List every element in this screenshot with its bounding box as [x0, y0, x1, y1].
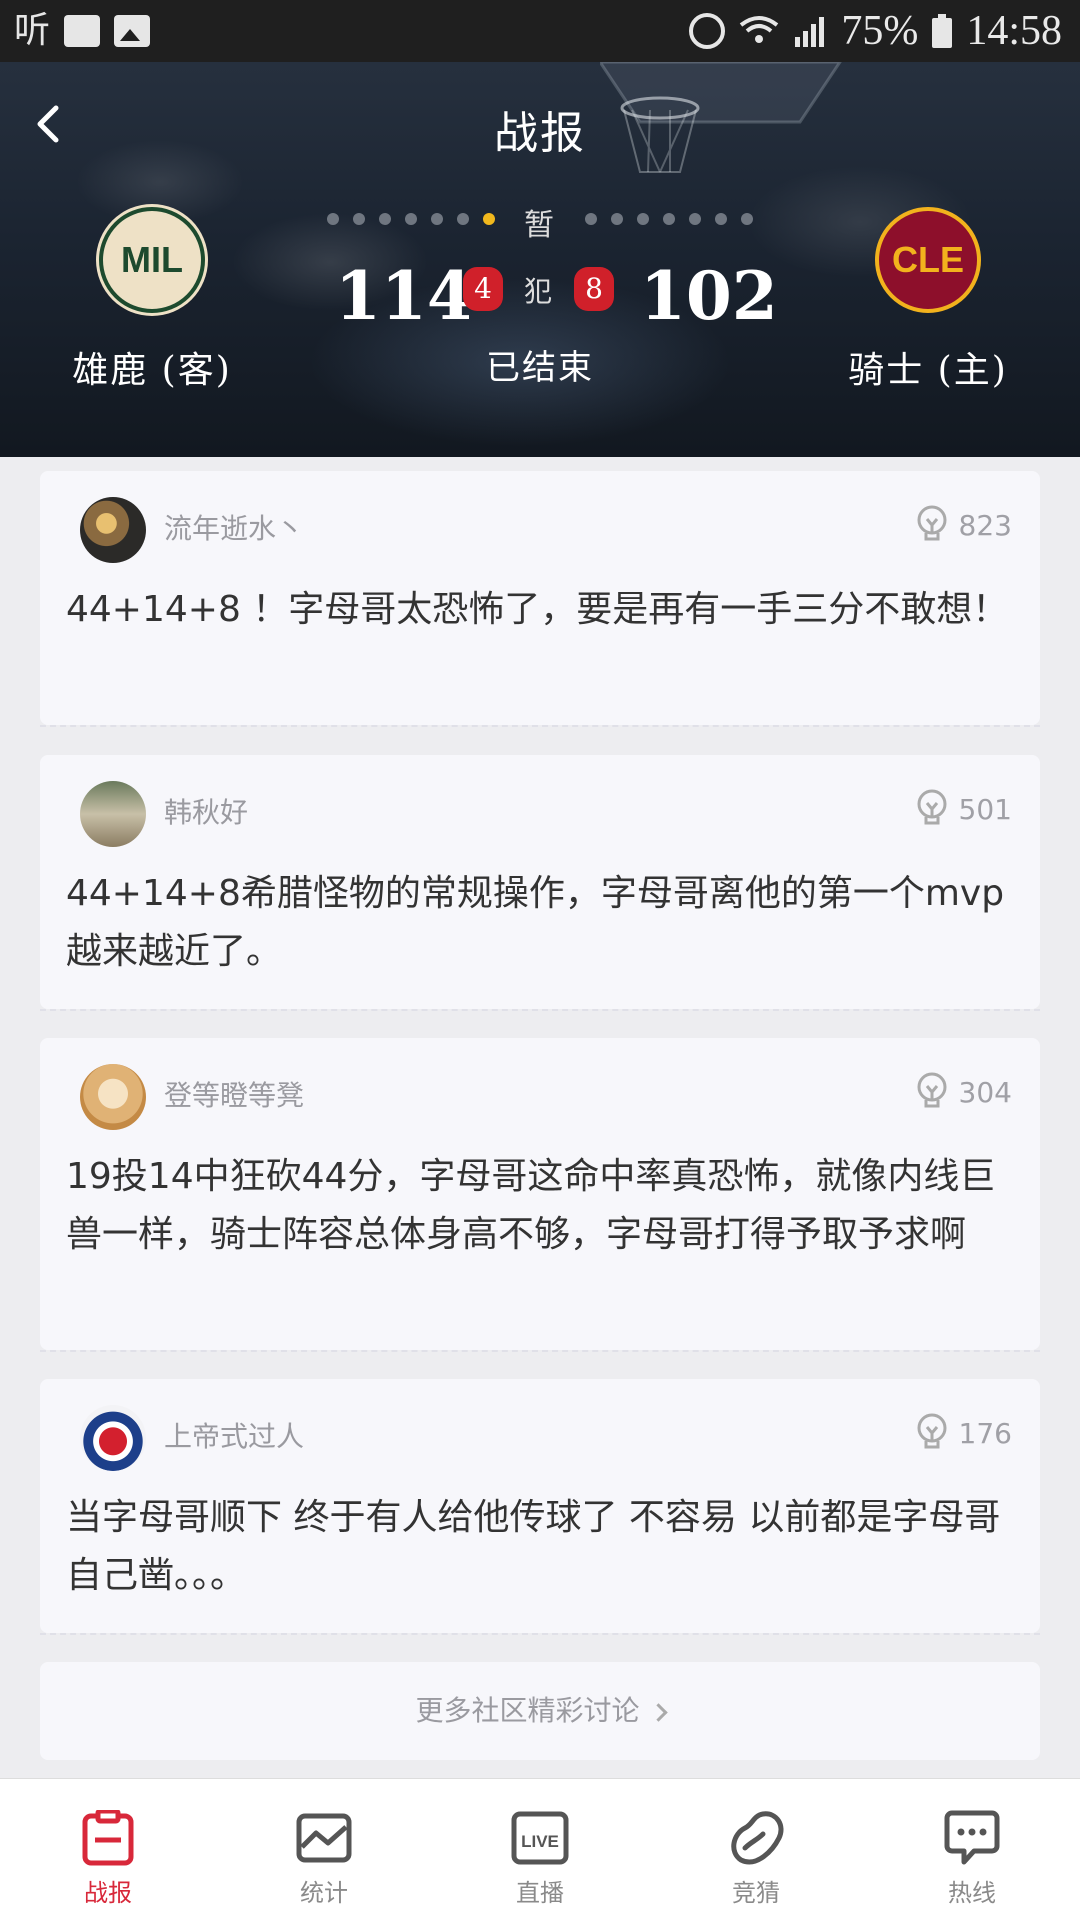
fouls-label: 犯 — [524, 275, 553, 308]
timeout-dot — [585, 213, 597, 225]
bottom-tab-bar: 战报 统计 LIVE 直播 竞猜 热线 — [0, 1778, 1080, 1921]
like-count: 304 — [958, 1075, 1012, 1109]
like-count: 176 — [958, 1416, 1012, 1450]
tab-label: 统计 — [300, 1879, 348, 1907]
timeout-dot — [611, 213, 623, 225]
away-timeout-dots — [327, 213, 495, 225]
listen-app-icon: 听 — [14, 10, 51, 51]
tab-label: 直播 — [516, 1879, 564, 1907]
game-status: 已结束 — [486, 348, 594, 388]
home-score: 102 — [640, 257, 778, 335]
mil-logo: MIL — [99, 207, 205, 313]
more-discussions-link[interactable]: 更多社区精彩讨论 — [40, 1662, 1040, 1760]
comment-card[interactable]: 韩秋好 501 44+14+8希腊怪物的常规操作，字母哥离他的第一个mvp越来越… — [40, 755, 1040, 1011]
cle-logo: CLE — [875, 207, 981, 313]
like-count: 823 — [958, 508, 1012, 542]
tab-report[interactable]: 战报 — [0, 1779, 216, 1921]
tab-live[interactable]: LIVE 直播 — [432, 1779, 648, 1921]
timeout-dot — [637, 213, 649, 225]
timeout-dot — [689, 213, 701, 225]
away-fouls-badge: 4 — [463, 267, 503, 311]
wifi-icon — [739, 15, 779, 47]
game-header: 战报 MIL 雄鹿 (客) CLE 骑士 (主) 暂 114 4 犯 8 102… — [0, 62, 1080, 457]
battery-icon — [932, 14, 953, 48]
like-count: 501 — [958, 792, 1012, 826]
tab-label: 战报 — [84, 1879, 132, 1907]
tab-guess[interactable]: 竞猜 — [648, 1779, 864, 1921]
lightbulb-icon — [917, 1072, 947, 1108]
signal-icon — [793, 15, 827, 47]
user-avatar[interactable] — [80, 781, 146, 847]
comment-card[interactable]: 上帝式过人 176 当字母哥顺下 终于有人给他传球了 不容易 以前都是字母哥自己… — [40, 1379, 1040, 1635]
home-fouls-badge: 8 — [574, 267, 614, 311]
comment-card[interactable]: 流年逝水丶 823 44+14+8 ！字母哥太恐怖了，要是再有一手三分不敢想！ — [40, 471, 1040, 727]
timeout-dot — [431, 213, 443, 225]
user-avatar[interactable] — [80, 497, 146, 563]
lightbulb-icon — [917, 505, 947, 541]
comment-text: 44+14+8希腊怪物的常规操作，字母哥离他的第一个mvp越来越近了。 — [66, 873, 1005, 972]
chat-icon — [944, 1810, 1000, 1865]
comment-text: 44+14+8 ！字母哥太恐怖了，要是再有一手三分不敢想！ — [66, 589, 1009, 630]
bean-icon — [731, 1811, 784, 1865]
alarm-icon — [689, 13, 726, 49]
user-avatar[interactable] — [80, 1405, 146, 1471]
tab-stats[interactable]: 统计 — [216, 1779, 432, 1921]
like-button[interactable]: 176 — [915, 1413, 1012, 1453]
comment-card[interactable]: 登等瞪等凳 304 19投14中狂砍44分，字母哥这命中率真恐怖，就像内线巨兽一… — [40, 1038, 1040, 1352]
tab-label: 热线 — [948, 1879, 996, 1907]
chevron-right-icon — [648, 1702, 668, 1722]
timeout-dot-active — [483, 213, 495, 225]
timeout-label: 暂 — [524, 208, 554, 243]
tab-label: 竞猜 — [732, 1879, 780, 1907]
timeout-dot — [379, 213, 391, 225]
timeout-dot — [327, 213, 339, 225]
status-bar: 听 75% 14:58 — [0, 0, 1080, 62]
comment-username[interactable]: 登等瞪等凳 — [164, 1074, 304, 1114]
page-title: 战报 — [494, 108, 586, 159]
tab-hotline[interactable]: 热线 — [864, 1779, 1080, 1921]
like-button[interactable]: 304 — [915, 1072, 1012, 1112]
comment-username[interactable]: 上帝式过人 — [164, 1415, 304, 1455]
clock: 14:58 — [966, 8, 1062, 54]
comment-username[interactable]: 流年逝水丶 — [164, 507, 304, 547]
chart-icon — [296, 1813, 352, 1863]
timeout-dot — [663, 213, 675, 225]
lightbulb-icon — [917, 1413, 947, 1449]
timeout-dot — [741, 213, 753, 225]
like-button[interactable]: 823 — [915, 505, 1012, 545]
timeout-dot — [353, 213, 365, 225]
comment-username[interactable]: 韩秋好 — [164, 791, 248, 831]
svg-text:LIVE: LIVE — [521, 1832, 559, 1851]
comment-text: 当字母哥顺下 终于有人给他传球了 不容易 以前都是字母哥自己凿。。。 — [66, 1497, 1001, 1596]
like-button[interactable]: 501 — [915, 789, 1012, 829]
report-icon — [82, 1810, 134, 1866]
comment-text: 19投14中狂砍44分，字母哥这命中率真恐怖，就像内线巨兽一样，骑士阵容总体身高… — [66, 1156, 996, 1255]
live-icon: LIVE — [511, 1811, 569, 1865]
notification-icon — [64, 15, 101, 47]
user-avatar[interactable] — [80, 1064, 146, 1130]
gallery-icon — [114, 15, 151, 47]
battery-percent: 75% — [841, 8, 919, 54]
away-score: 114 — [335, 257, 473, 335]
timeout-dot — [457, 213, 469, 225]
lightbulb-icon — [917, 789, 947, 825]
timeout-dot — [405, 213, 417, 225]
home-timeout-dots — [585, 213, 753, 225]
more-discussions-label: 更多社区精彩讨论 — [415, 1694, 640, 1727]
timeout-dot — [715, 213, 727, 225]
